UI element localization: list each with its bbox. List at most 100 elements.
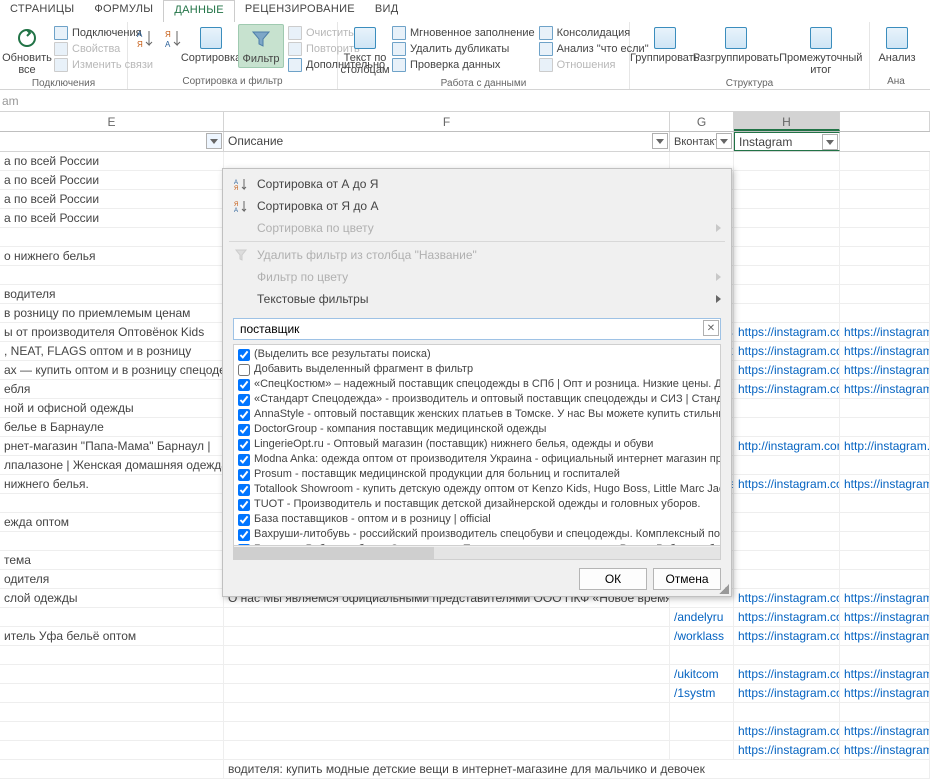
table-row[interactable]: https://instagram.com/bashttps://instagr… xyxy=(0,741,930,760)
flash-fill-button[interactable]: Мгновенное заполнение xyxy=(392,26,535,40)
cell-H[interactable]: https://instagram.com/1_s xyxy=(734,684,840,702)
cell-E[interactable] xyxy=(0,760,224,778)
cell-H[interactable] xyxy=(734,456,840,474)
cell-H[interactable] xyxy=(734,190,840,208)
cell-E[interactable] xyxy=(0,684,224,702)
cell-F[interactable] xyxy=(224,684,670,702)
scrollbar-thumb[interactable] xyxy=(234,547,434,559)
cell-E[interactable] xyxy=(0,608,224,626)
cell-E[interactable]: белье в Барнауле xyxy=(0,418,224,436)
cell-F[interactable] xyxy=(224,627,670,645)
cell-E[interactable]: рнет-магазин "Папа-Мама" Барнаул | xyxy=(0,437,224,455)
cell-H[interactable] xyxy=(734,646,840,664)
cell-H[interactable]: http://instagram.com/blis xyxy=(734,437,840,455)
table-row[interactable]: /andelyruhttps://instagram.com/ANhttps:/… xyxy=(0,608,930,627)
cell-F[interactable]: водителя: купить модные детские вещи в и… xyxy=(224,760,930,778)
cell-E[interactable]: , NEAT, FLAGS оптом и в розницу xyxy=(0,342,224,360)
checklist-item[interactable]: Вахруши-литобувь - российский производит… xyxy=(238,527,716,542)
cell-H[interactable]: https://instagram.com/wo xyxy=(734,627,840,645)
text-filters-item[interactable]: Текстовые фильтры xyxy=(223,288,731,310)
refresh-all-button[interactable]: Обновить все xyxy=(4,24,50,78)
group-button[interactable]: Группировать xyxy=(634,24,695,66)
tab-review[interactable]: РЕЦЕНЗИРОВАНИЕ xyxy=(235,0,365,22)
cell-F[interactable] xyxy=(224,646,670,664)
cell-E[interactable]: а по всей России xyxy=(0,190,224,208)
cell-H[interactable]: https://instagram.com/alp xyxy=(734,475,840,493)
checklist-item[interactable]: «СпецКостюм» – надежный поставщик спецод… xyxy=(238,377,716,392)
cell-E[interactable] xyxy=(0,266,224,284)
cell-H[interactable] xyxy=(734,285,840,303)
cell-H[interactable] xyxy=(734,551,840,569)
tab-data[interactable]: ДАННЫЕ xyxy=(163,0,235,22)
col-G[interactable]: G xyxy=(670,112,734,131)
remove-duplicates-button[interactable]: Удалить дубликаты xyxy=(392,42,535,56)
cell-E[interactable]: нижнего белья. xyxy=(0,475,224,493)
cell-F[interactable] xyxy=(224,741,670,759)
checklist-item[interactable]: LingerieOpt.ru - Оптовый магазин (постав… xyxy=(238,437,716,452)
filter-dropdown-H[interactable] xyxy=(822,134,838,150)
sort-az-button[interactable]: АЯ xyxy=(132,24,156,52)
cell-E[interactable]: о нижнего белья xyxy=(0,247,224,265)
cell-H[interactable]: https://instagram.com/per xyxy=(734,380,840,398)
cell-H[interactable] xyxy=(734,171,840,189)
cell-G[interactable]: /1systm xyxy=(670,684,734,702)
cell-H[interactable] xyxy=(734,304,840,322)
table-row[interactable]: https://instagram.com/texhttps://instagr… xyxy=(0,722,930,741)
cell-G[interactable]: /andelyru xyxy=(670,608,734,626)
cell-E[interactable]: а по всей России xyxy=(0,171,224,189)
cell-G[interactable] xyxy=(670,722,734,740)
cell-H[interactable] xyxy=(734,209,840,227)
col-F[interactable]: F xyxy=(224,112,670,131)
checklist-select-all[interactable]: (Выделить все результаты поиска) xyxy=(238,347,716,362)
cell-E[interactable]: в розницу по приемлемым ценам xyxy=(0,304,224,322)
cell-F[interactable] xyxy=(224,608,670,626)
clear-search-button[interactable]: ✕ xyxy=(703,320,719,336)
checklist-item[interactable]: Totallook Showroom - купить детскую одеж… xyxy=(238,482,716,497)
tab-pagelayout[interactable]: СТРАНИЦЫ xyxy=(0,0,84,22)
header-F[interactable]: Описание xyxy=(224,132,670,151)
filter-search-input[interactable] xyxy=(233,318,721,340)
cell-H[interactable] xyxy=(734,513,840,531)
tab-formulas[interactable]: ФОРМУЛЫ xyxy=(84,0,163,22)
cell-G[interactable] xyxy=(670,741,734,759)
sort-za-item[interactable]: ЯАСортировка от Я до А xyxy=(223,195,731,217)
col-E[interactable]: E xyxy=(0,112,224,131)
cell-E[interactable]: а по всей России xyxy=(0,152,224,170)
cell-E[interactable] xyxy=(0,741,224,759)
cell-E[interactable]: водителя xyxy=(0,285,224,303)
checklist-item[interactable]: TUOT - Производитель и поставщик детской… xyxy=(238,497,716,512)
cancel-button[interactable]: Отмена xyxy=(653,568,721,590)
cell-F[interactable] xyxy=(224,703,670,721)
table-row[interactable] xyxy=(0,646,930,665)
cell-F[interactable] xyxy=(224,665,670,683)
filter-checklist[interactable]: (Выделить все результаты поиска)Добавить… xyxy=(233,344,721,560)
cell-G[interactable]: /worklass xyxy=(670,627,734,645)
cell-H[interactable] xyxy=(734,152,840,170)
text-to-columns-button[interactable]: Текст по столбцам xyxy=(342,24,388,78)
tab-view[interactable]: ВИД xyxy=(365,0,409,22)
cell-E[interactable]: ах — купить оптом и в розницу спецодежд xyxy=(0,361,224,379)
cell-E[interactable]: тема xyxy=(0,551,224,569)
data-validation-button[interactable]: Проверка данных xyxy=(392,58,535,72)
filter-button[interactable]: Фильтр xyxy=(238,24,284,68)
cell-G[interactable]: /ukitcom xyxy=(670,665,734,683)
filter-dropdown-E[interactable] xyxy=(206,133,222,149)
cell-H[interactable]: https://instagram.com/sev xyxy=(734,323,840,341)
cell-H[interactable]: https://instagram.com/opt xyxy=(734,342,840,360)
cell-H[interactable] xyxy=(734,266,840,284)
cell-E[interactable] xyxy=(0,703,224,721)
cell-E[interactable] xyxy=(0,722,224,740)
checklist-item[interactable]: Modna Anka: одежда оптом от производител… xyxy=(238,452,716,467)
header-E[interactable] xyxy=(0,132,224,151)
table-row[interactable] xyxy=(0,703,930,722)
cell-E[interactable]: одителя xyxy=(0,570,224,588)
table-row[interactable]: водителя: купить модные детские вещи в и… xyxy=(0,760,930,779)
cell-G[interactable] xyxy=(670,703,734,721)
checklist-hscrollbar[interactable] xyxy=(234,545,720,559)
cell-H[interactable] xyxy=(734,494,840,512)
cell-H[interactable] xyxy=(734,570,840,588)
cell-E[interactable]: ежда оптом xyxy=(0,513,224,531)
table-row[interactable]: /1systmhttps://instagram.com/1_shttps://… xyxy=(0,684,930,703)
checklist-item[interactable]: DoctorGroup - компания поставщик медицин… xyxy=(238,422,716,437)
checklist-item[interactable]: AnnaStyle - оптовый поставщик женских пл… xyxy=(238,407,716,422)
